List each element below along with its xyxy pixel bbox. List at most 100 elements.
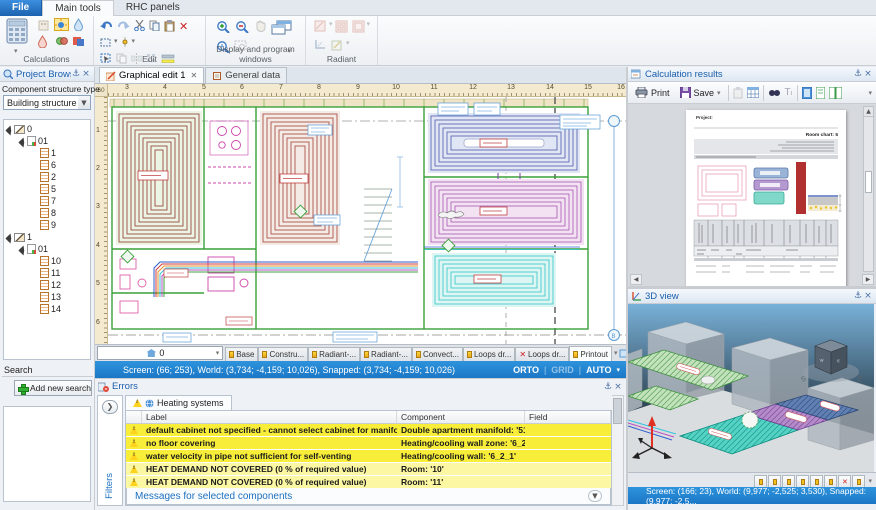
tree-item-unit[interactable]: 01 bbox=[4, 135, 90, 147]
pin-icon[interactable]: ⚓ bbox=[853, 291, 863, 301]
results-calc-icon[interactable] bbox=[72, 35, 85, 47]
tree-expander-icon[interactable] bbox=[6, 234, 13, 241]
tree-item-room[interactable]: 1 bbox=[4, 147, 90, 159]
tree-item-room[interactable]: 13 bbox=[4, 291, 90, 303]
tree-item-storey[interactable]: 0 bbox=[4, 123, 90, 135]
save-dropdown-arrow[interactable]: ▾ bbox=[717, 89, 721, 97]
structure-type-select[interactable]: Building structure ▼ bbox=[3, 95, 91, 110]
tree-item-room[interactable]: 5 bbox=[4, 183, 90, 195]
single-page-icon[interactable] bbox=[816, 87, 825, 99]
find-icon[interactable] bbox=[768, 88, 781, 98]
settings-calc-icon[interactable] bbox=[55, 35, 68, 47]
prev-page-button[interactable]: ◀ bbox=[630, 274, 642, 285]
pin-icon[interactable]: ⚓ bbox=[71, 69, 81, 79]
add-new-search-button[interactable]: Add new search bbox=[14, 380, 92, 396]
two-page-icon[interactable] bbox=[829, 87, 842, 99]
save-button[interactable]: Save ▾ bbox=[677, 86, 724, 99]
measure-icon[interactable] bbox=[314, 39, 327, 50]
tree-item-unit[interactable]: 01 bbox=[4, 243, 90, 255]
edit-panel-icon[interactable] bbox=[331, 39, 344, 51]
calculate-icon[interactable] bbox=[6, 18, 30, 44]
sheet-tab-printout[interactable]: Printout bbox=[569, 346, 612, 361]
chevron-down-icon[interactable]: ▼ bbox=[78, 96, 90, 109]
page-view-icon[interactable] bbox=[802, 87, 812, 99]
pan-hand-icon[interactable] bbox=[254, 20, 267, 33]
sheet-tab-base[interactable]: Base bbox=[225, 347, 258, 361]
mini-tabs-overflow-arrow[interactable]: ▾ bbox=[868, 477, 872, 485]
toolbar-overflow-arrow[interactable]: ▾ bbox=[868, 89, 872, 97]
sheet-tab-radiant-2[interactable]: Radiant-... bbox=[360, 347, 412, 361]
report-preview[interactable]: Project: Room chart: 5 bbox=[628, 104, 876, 286]
tree-expander-icon[interactable] bbox=[6, 126, 13, 133]
grid-toggle[interactable]: GRID bbox=[551, 365, 574, 375]
radiant-surface-icon[interactable] bbox=[314, 20, 327, 33]
next-page-button[interactable]: ▶ bbox=[862, 274, 874, 285]
error-row[interactable]: HEAT DEMAND NOT COVERED (0 % of required… bbox=[126, 463, 611, 476]
delete-icon[interactable]: ✕ bbox=[179, 20, 188, 33]
region-icon[interactable] bbox=[100, 37, 112, 48]
undo-icon[interactable] bbox=[100, 20, 113, 31]
radiant-calc-icon[interactable] bbox=[54, 18, 69, 31]
building-calc-icon[interactable] bbox=[37, 18, 50, 31]
tab-graphical-edit[interactable]: Graphical edit 1 ✕ bbox=[99, 67, 204, 83]
close-icon[interactable]: × bbox=[863, 69, 873, 79]
sheet-tab-radiant-1[interactable]: Radiant-... bbox=[308, 347, 360, 361]
node-edit-icon[interactable] bbox=[120, 37, 130, 48]
tree-expander-icon[interactable] bbox=[19, 138, 26, 145]
zoom-in-icon[interactable] bbox=[216, 20, 231, 33]
sheet-tab-loops-1[interactable]: Loops dr... bbox=[463, 347, 515, 361]
sheet-tab-loops-2[interactable]: ✕Loops dr... bbox=[515, 347, 569, 361]
tree-item-room[interactable]: 8 bbox=[4, 207, 90, 219]
error-row[interactable]: default cabinet not specified - cannot s… bbox=[126, 424, 611, 437]
text-cursor-icon[interactable]: Tı bbox=[785, 87, 793, 98]
pin-icon[interactable]: ⚓ bbox=[603, 382, 613, 392]
loops2-icon[interactable] bbox=[352, 20, 365, 33]
sheet-tab-convectors[interactable]: Convect... bbox=[412, 347, 463, 361]
sheet-overflow-arrow[interactable]: ▾ bbox=[614, 349, 618, 361]
cooling-drop-icon[interactable] bbox=[73, 18, 84, 31]
chevron-down-icon[interactable]: ▾ bbox=[213, 349, 223, 357]
orto-toggle[interactable]: ORTO bbox=[513, 365, 539, 375]
drawing-canvas[interactable]: B bbox=[108, 97, 626, 344]
zoom-out-icon[interactable] bbox=[235, 20, 250, 33]
auto-toggle[interactable]: AUTO bbox=[586, 365, 611, 375]
node-dropdown-arrow[interactable]: ▾ bbox=[132, 37, 136, 45]
error-row[interactable]: HEAT DEMAND NOT COVERED (0 % of required… bbox=[126, 476, 611, 488]
pin-icon[interactable]: ⚓ bbox=[853, 69, 863, 79]
tree-item-room[interactable]: 6 bbox=[4, 159, 90, 171]
messages-bar[interactable]: Messages for selected components ▼ bbox=[126, 488, 611, 505]
tab-general-data[interactable]: General data bbox=[205, 67, 287, 83]
preview-scrollbar[interactable]: ▲ bbox=[863, 106, 874, 272]
error-row[interactable]: no floor coveringHeating/cooling wall zo… bbox=[126, 437, 611, 450]
tree-item-storey[interactable]: 1 bbox=[4, 231, 90, 243]
view-3d-canvas[interactable]: W E S E bbox=[628, 304, 876, 472]
edit-panel-arrow[interactable]: ▾ bbox=[346, 39, 350, 47]
cut-icon[interactable] bbox=[134, 20, 145, 31]
layer-select[interactable]: 0 ▾ bbox=[97, 346, 223, 360]
column-field[interactable]: Field bbox=[525, 411, 611, 423]
heating-drop-icon[interactable] bbox=[37, 35, 48, 48]
expand-sidebar-button[interactable]: ❯ bbox=[102, 400, 118, 414]
tab-file[interactable]: File bbox=[0, 0, 42, 16]
tree-expander-icon[interactable] bbox=[19, 246, 26, 253]
column-component[interactable]: Component bbox=[397, 411, 525, 423]
close-icon[interactable]: × bbox=[863, 291, 873, 301]
error-row[interactable]: water velocity in pipe not sufficient fo… bbox=[126, 450, 611, 463]
close-icon[interactable]: × bbox=[81, 69, 91, 79]
close-tab-icon[interactable]: ✕ bbox=[191, 71, 198, 80]
status-options-arrow[interactable]: ▾ bbox=[616, 366, 620, 374]
loops-icon[interactable] bbox=[335, 20, 348, 33]
filters-tab[interactable]: Filters bbox=[104, 473, 115, 499]
tree-item-room[interactable]: 11 bbox=[4, 267, 90, 279]
errors-scrollbar[interactable] bbox=[612, 395, 624, 506]
tree-item-room[interactable]: 14 bbox=[4, 303, 90, 315]
tree-item-room[interactable]: 10 bbox=[4, 255, 90, 267]
tree-item-room[interactable]: 9 bbox=[4, 219, 90, 231]
close-icon[interactable]: × bbox=[613, 382, 623, 392]
tab-main-tools[interactable]: Main tools bbox=[42, 0, 114, 16]
sheet-tab-construction[interactable]: Constru... bbox=[258, 347, 308, 361]
redo-icon[interactable] bbox=[117, 20, 130, 31]
tree-item-room[interactable]: 2 bbox=[4, 171, 90, 183]
paste-icon[interactable] bbox=[164, 20, 175, 32]
table-view-icon[interactable] bbox=[747, 87, 759, 98]
